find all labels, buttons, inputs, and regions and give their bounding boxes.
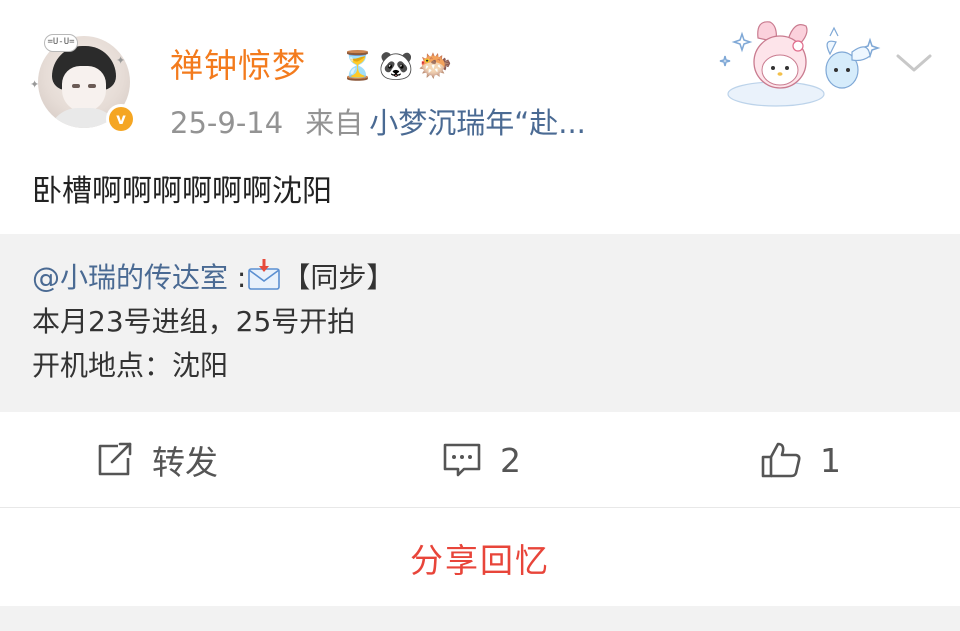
repost-label: 转发 <box>152 443 218 482</box>
hourglass-icon: ⏳ <box>340 49 375 82</box>
comment-button[interactable]: 2 <box>442 412 521 508</box>
verified-icon: v <box>109 107 133 131</box>
post-source[interactable]: 小梦沉瑞年“赴... <box>369 106 586 140</box>
retweet-line-3: 开机地点：沈阳 <box>32 349 229 382</box>
bottom-separator <box>0 606 960 631</box>
envelope-icon <box>248 259 281 290</box>
blowfish-icon: 🐡 <box>417 49 453 82</box>
share-memory-button[interactable]: 分享回忆 <box>0 510 960 606</box>
like-button[interactable]: 1 <box>760 412 841 508</box>
star-icon: ✦ <box>30 78 40 91</box>
avatar-eye-right <box>88 84 96 88</box>
user-name[interactable]: 禅钟惊梦 <box>170 42 306 90</box>
my-melody-sticker[interactable] <box>718 18 890 110</box>
user-avatar[interactable]: =U-U= ✦ ✦ v <box>30 28 138 136</box>
avatar-face <box>62 66 106 112</box>
retweet-line-1: @小瑞的传达室 : 【同步】 <box>32 256 394 300</box>
verified-badge: v <box>106 104 136 134</box>
panda-icon: 🐼 <box>378 49 414 82</box>
share-icon <box>98 442 132 476</box>
chevron-down-icon[interactable] <box>892 48 936 78</box>
comment-count: 2 <box>500 440 521 480</box>
star-icon: ✦ <box>116 54 126 67</box>
avatar-eye-left <box>72 84 80 88</box>
post-time: 25-9-14 <box>170 106 284 140</box>
comment-icon <box>443 443 481 477</box>
mention-suffix: : <box>228 261 247 294</box>
sync-tag: 【同步】 <box>282 261 395 294</box>
mention-link[interactable]: @小瑞的传达室 <box>32 261 228 294</box>
post-header: =U-U= ✦ ✦ v 禅钟惊梦 ⏳ 🐼 🐡 25-9-14 来自 小梦沉瑞年“赴.… <box>0 0 960 160</box>
like-count: 1 <box>820 440 841 480</box>
repost-button[interactable]: 转发 <box>96 412 218 508</box>
post-meta: 25-9-14 来自 小梦沉瑞年“赴... <box>170 100 586 146</box>
post-text: 卧槽啊啊啊啊啊啊沈阳 <box>32 174 332 209</box>
retweet-card[interactable]: @小瑞的传达室 : 【同步】 本月23号进组，25号开拍 开机地点：沈阳 <box>0 234 960 412</box>
source-prefix: 来自 <box>305 106 364 140</box>
avatar-speech-bubble: =U-U= <box>44 34 78 52</box>
thumbs-up-icon <box>761 442 801 478</box>
name-badges: ⏳ 🐼 🐡 <box>340 46 453 86</box>
action-bar: 转发 2 1 <box>0 412 960 508</box>
retweet-line-2: 本月23号进组，25号开拍 <box>32 305 356 338</box>
